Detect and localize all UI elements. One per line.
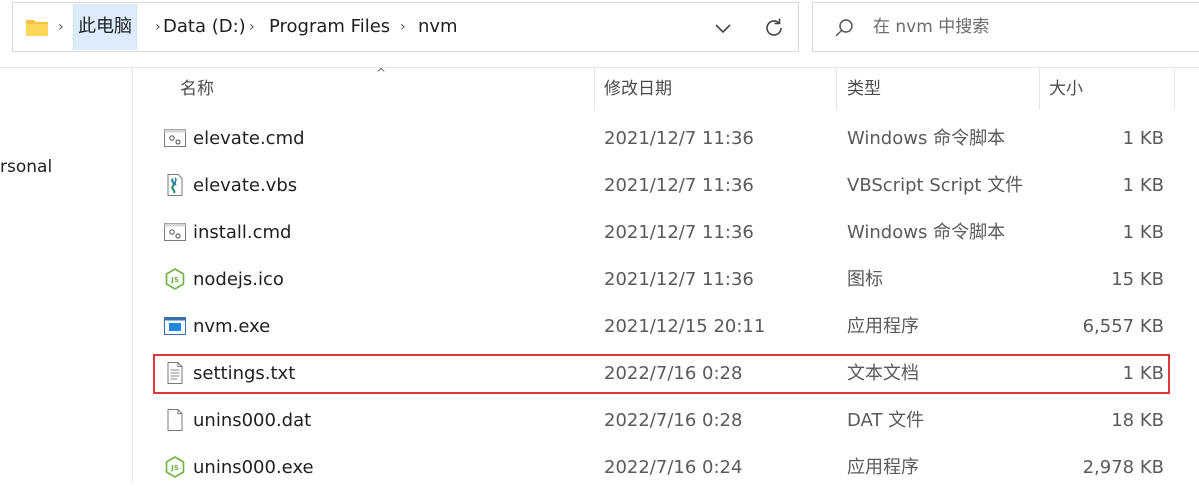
file-size: 6,557 KB bbox=[1082, 316, 1164, 337]
column-divider[interactable] bbox=[1174, 68, 1175, 110]
address-bar[interactable]: › 此电脑 › Data (D:) › Program Files › nvm bbox=[12, 2, 799, 52]
sort-up-icon: ^ bbox=[376, 66, 387, 80]
file-date: 2021/12/7 11:36 bbox=[604, 175, 754, 196]
column-name[interactable]: 名称 bbox=[180, 68, 214, 110]
chevron-right-icon[interactable]: › bbox=[400, 20, 406, 34]
navigation-pane: rsonal bbox=[0, 68, 133, 483]
table-row[interactable]: nvm.exe 2021/12/15 20:11 应用程序 6,557 KB bbox=[133, 303, 1199, 350]
file-date: 2021/12/15 20:11 bbox=[604, 316, 766, 337]
search-box[interactable]: 在 nvm 中搜索 bbox=[812, 2, 1199, 52]
column-divider[interactable] bbox=[1039, 68, 1040, 110]
search-input[interactable]: 在 nvm 中搜索 bbox=[873, 3, 989, 51]
chevron-right-icon[interactable]: › bbox=[58, 20, 64, 34]
text-file-icon bbox=[163, 361, 187, 385]
cmd-script-icon bbox=[163, 126, 187, 150]
table-row[interactable]: unins000.dat 2022/7/16 0:28 DAT 文件 18 KB bbox=[133, 397, 1199, 444]
file-size: 1 KB bbox=[1122, 175, 1164, 196]
file-name: unins000.dat bbox=[193, 410, 312, 431]
file-name: install.cmd bbox=[193, 222, 292, 243]
file-name: nodejs.ico bbox=[193, 269, 284, 290]
breadcrumb-nvm[interactable]: nvm bbox=[414, 4, 462, 50]
table-row[interactable]: elevate.cmd 2021/12/7 11:36 Windows 命令脚本 1 … bbox=[133, 115, 1199, 162]
file-size: 1 KB bbox=[1122, 128, 1164, 149]
column-type[interactable]: 类型 bbox=[847, 68, 881, 110]
file-type: 应用程序 bbox=[847, 316, 919, 337]
column-header: ^ 名称 修改日期 类型 大小 bbox=[133, 66, 1199, 110]
file-type: Windows 命令脚本 bbox=[847, 222, 1006, 243]
file-name: nvm.exe bbox=[193, 316, 271, 337]
file-size: 1 KB bbox=[1122, 222, 1164, 243]
breadcrumb-program-files[interactable]: Program Files bbox=[265, 4, 394, 50]
file-size: 15 KB bbox=[1111, 269, 1164, 290]
file-size: 18 KB bbox=[1111, 410, 1164, 431]
file-type: 文本文档 bbox=[847, 363, 919, 384]
refresh-icon[interactable] bbox=[761, 15, 787, 41]
file-type: 应用程序 bbox=[847, 457, 919, 478]
file-date: 2022/7/16 0:24 bbox=[604, 457, 743, 478]
table-row[interactable]: elevate.vbs 2021/12/7 11:36 VBScript Scrip… bbox=[133, 162, 1199, 209]
chevron-right-icon[interactable]: › bbox=[249, 20, 255, 34]
table-row[interactable]: install.cmd 2021/12/7 11:36 Windows 命令脚本 1 … bbox=[133, 209, 1199, 256]
file-size: 1 KB bbox=[1122, 363, 1164, 384]
file-name: elevate.cmd bbox=[193, 128, 305, 149]
table-row[interactable]: settings.txt 2022/7/16 0:28 文本文档 1 KB bbox=[133, 350, 1199, 397]
search-icon bbox=[835, 19, 853, 37]
breadcrumb-drive[interactable]: Data (D:) bbox=[159, 4, 250, 50]
nodejs-icon: JS bbox=[163, 455, 187, 479]
file-date: 2021/12/7 11:36 bbox=[604, 128, 754, 149]
column-divider[interactable] bbox=[594, 68, 595, 110]
file-date: 2022/7/16 0:28 bbox=[604, 410, 743, 431]
blank-file-icon bbox=[163, 408, 187, 432]
toolbar: › 此电脑 › Data (D:) › Program Files › nvm … bbox=[0, 0, 1199, 68]
vbs-script-icon bbox=[163, 173, 187, 197]
nav-item-personal[interactable]: rsonal bbox=[0, 157, 52, 177]
chevron-down-icon[interactable] bbox=[711, 16, 735, 40]
breadcrumb-this-pc[interactable]: 此电脑 bbox=[73, 4, 137, 50]
column-size[interactable]: 大小 bbox=[1049, 68, 1083, 110]
column-divider[interactable] bbox=[836, 68, 837, 110]
folder-icon bbox=[26, 20, 48, 36]
file-date: 2021/12/7 11:36 bbox=[604, 222, 754, 243]
exe-app-icon bbox=[163, 314, 187, 338]
file-name: unins000.exe bbox=[193, 457, 314, 478]
file-type: Windows 命令脚本 bbox=[847, 128, 1006, 149]
file-name: elevate.vbs bbox=[193, 175, 298, 196]
file-date: 2021/12/7 11:36 bbox=[604, 269, 754, 290]
file-type: DAT 文件 bbox=[847, 410, 925, 431]
column-date[interactable]: 修改日期 bbox=[604, 68, 672, 110]
file-date: 2022/7/16 0:28 bbox=[604, 363, 743, 384]
table-row[interactable]: JS unins000.exe 2022/7/16 0:24 应用程序 2,978 KB bbox=[133, 444, 1199, 491]
svg-text:JS: JS bbox=[170, 464, 179, 472]
cmd-script-icon bbox=[163, 220, 187, 244]
file-size: 2,978 KB bbox=[1082, 457, 1164, 478]
table-row[interactable]: JS nodejs.ico 2021/12/7 11:36 图标 15 KB bbox=[133, 256, 1199, 303]
nodejs-icon: JS bbox=[163, 267, 187, 291]
file-type: VBScript Script 文件 bbox=[847, 175, 1024, 196]
svg-text:JS: JS bbox=[170, 276, 179, 284]
file-type: 图标 bbox=[847, 269, 883, 290]
file-name: settings.txt bbox=[193, 363, 296, 384]
